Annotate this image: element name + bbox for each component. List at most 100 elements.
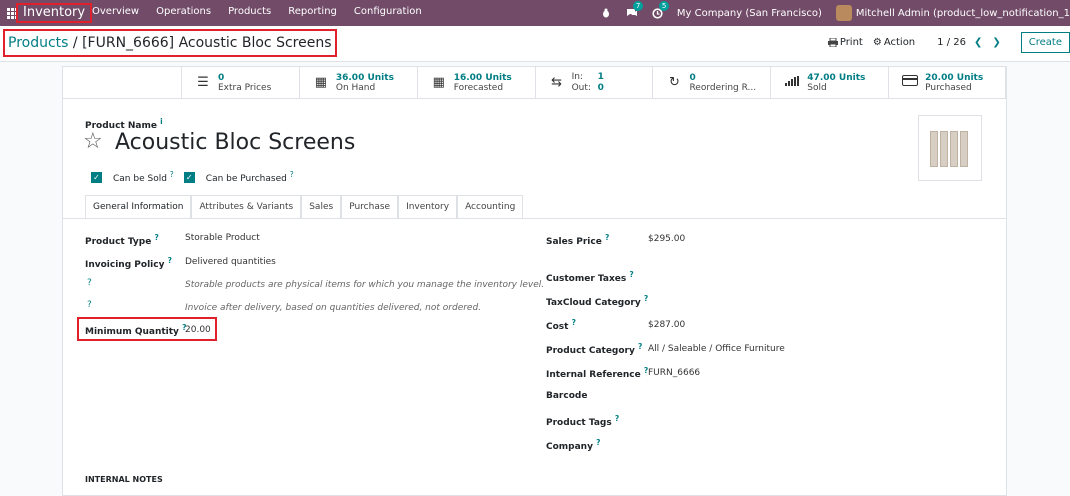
menu-overview[interactable]: Overview: [92, 6, 139, 17]
pager-previous-icon[interactable]: ❮: [974, 37, 982, 48]
menu-configuration[interactable]: Configuration: [354, 6, 422, 17]
bug-icon[interactable]: [599, 6, 613, 20]
refresh-icon: ↻: [668, 75, 680, 90]
print-label: Print: [839, 37, 863, 48]
pager-next-icon[interactable]: ❯: [992, 37, 1000, 48]
product-image[interactable]: [918, 115, 982, 181]
systray: 7 5 My Company (San Francisco) Mitchell …: [599, 0, 1070, 26]
product-category-label: Product Category: [546, 346, 635, 356]
control-panel: Products / [FURN_6666] Acoustic Bloc Scr…: [0, 26, 1070, 62]
gear-icon: ⚙: [872, 37, 882, 48]
messages-icon[interactable]: 7: [625, 1, 644, 20]
customer-taxes-row: Customer Taxes ?: [546, 270, 634, 284]
action-button[interactable]: ⚙ Action: [873, 37, 915, 48]
sold-button[interactable]: 47.00 Units Sold: [770, 67, 888, 98]
cubes-icon: ▦: [314, 75, 327, 90]
tab-general-information[interactable]: General Information: [85, 195, 192, 219]
tab-accounting[interactable]: Accounting: [457, 195, 524, 219]
control-right: Print ⚙ Action 1 / 26 ❮ ❯ Create: [827, 32, 1070, 53]
app-name[interactable]: Inventory: [16, 3, 93, 23]
credit-card-icon: [901, 75, 919, 90]
breadcrumb-products-link[interactable]: Products: [8, 35, 68, 51]
cost-row: Cost ?: [546, 318, 576, 332]
on-hand-label: On Hand: [335, 82, 376, 93]
internal-reference-label: Internal Reference: [546, 370, 641, 380]
internal-reference-row: Internal Reference ?: [546, 366, 649, 380]
internal-reference-field[interactable]: FURN_6666: [648, 368, 700, 378]
can-be-purchased-checkbox[interactable]: ✓: [183, 171, 195, 183]
on-hand-button[interactable]: ▦ 36.00 Units On Hand: [298, 67, 417, 98]
product-tags-row: Product Tags ?: [546, 414, 620, 428]
can-be-sold-label: Can be Sold ?: [113, 170, 174, 184]
product-name-field[interactable]: Acoustic Bloc Screens: [115, 130, 355, 155]
print-button[interactable]: Print: [827, 37, 863, 48]
taxcloud-row: TaxCloud Category ?: [546, 294, 649, 308]
menu-reporting[interactable]: Reporting: [288, 6, 337, 17]
avatar[interactable]: [835, 5, 852, 21]
product-category-field[interactable]: All / Saleable / Office Furniture: [648, 344, 785, 354]
favorite-star-icon[interactable]: ☆: [83, 129, 103, 154]
cost-label: Cost: [546, 322, 569, 332]
company-switcher[interactable]: My Company (San Francisco): [677, 8, 822, 19]
customer-taxes-label: Customer Taxes: [546, 274, 627, 284]
product-tags-label: Product Tags: [546, 418, 612, 428]
help-tooltip-2[interactable]: ?: [87, 300, 92, 310]
smart-buttons: ☰ 0 Extra Prices ▦ 36.00 Units On Hand ▦ 1…: [63, 67, 1007, 99]
print-icon: [827, 38, 838, 47]
can-be-sold-checkbox[interactable]: ✓: [91, 171, 102, 183]
tab-attributes-variants[interactable]: Attributes & Variants: [191, 195, 302, 219]
out-label: Out:: [571, 82, 591, 93]
purchased-label: Purchased: [925, 82, 972, 93]
breadcrumb-separator: /: [72, 35, 78, 51]
sales-price-label: Sales Price: [546, 237, 602, 247]
tab-divider: [63, 218, 1006, 219]
activities-icon[interactable]: 5: [651, 1, 670, 20]
reordering-label: Reordering R...: [689, 82, 757, 93]
product-image-preview: [930, 129, 970, 167]
notebook-tabs: General Information Attributes & Variant…: [85, 195, 524, 219]
user-menu[interactable]: Mitchell Admin (product_low_notification…: [856, 8, 1070, 19]
on-hand-value: 36.00 Units: [335, 72, 394, 83]
menu-products[interactable]: Products: [228, 6, 271, 17]
product-type-select[interactable]: Storable Product: [185, 233, 260, 243]
barcode-row: Barcode: [546, 391, 587, 401]
forecasted-value: 16.00 Units: [453, 72, 512, 83]
cost-field[interactable]: $287.00: [648, 320, 685, 330]
activities-badge: 5: [658, 1, 670, 11]
extra-prices-button[interactable]: ☰ 0 Extra Prices: [181, 67, 299, 98]
in-label: In:: [571, 71, 583, 82]
breadcrumb-current: [FURN_6666] Acoustic Bloc Screens: [82, 35, 332, 51]
product-type-help: Storable products are physical items for…: [185, 280, 545, 290]
breadcrumb: Products / [FURN_6666] Acoustic Bloc Scr…: [3, 29, 337, 57]
minimum-quantity-field[interactable]: 20.00: [185, 325, 211, 335]
extra-prices-label: Extra Prices: [218, 82, 272, 93]
pager-value[interactable]: 1 / 26: [937, 37, 966, 48]
signal-icon: [783, 75, 801, 90]
help-tooltip-1[interactable]: ?: [87, 278, 92, 288]
messages-badge: 7: [632, 1, 644, 11]
tab-purchase[interactable]: Purchase: [341, 195, 399, 219]
reordering-rules-button[interactable]: ↻ 0 Reordering R...: [652, 67, 770, 98]
menu-operations[interactable]: Operations: [156, 6, 211, 17]
barcode-label: Barcode: [546, 391, 588, 401]
product-type-row: Product Type ?: [85, 233, 159, 247]
tab-inventory[interactable]: Inventory: [398, 195, 458, 219]
purchased-button[interactable]: 20.00 Units Purchased: [888, 67, 1007, 98]
form-sheet: ☰ 0 Extra Prices ▦ 36.00 Units On Hand ▦ 1…: [62, 66, 1007, 496]
sold-label: Sold: [807, 82, 827, 93]
minimum-quantity-label: Minimum Quantity ?: [85, 323, 187, 337]
minimum-quantity-row: Minimum Quantity ?: [85, 323, 186, 337]
product-category-row: Product Category ?: [546, 342, 643, 356]
invoicing-policy-select[interactable]: Delivered quantities: [185, 257, 276, 267]
in-out-button[interactable]: ⇆ In: 1 Out: 0: [534, 67, 653, 98]
tab-sales[interactable]: Sales: [301, 195, 342, 219]
top-navbar: Inventory Overview Operations Products R…: [0, 0, 1070, 26]
sales-price-field[interactable]: $295.00: [648, 234, 685, 244]
company-row: Company ?: [546, 438, 601, 452]
forecasted-label: Forecasted: [453, 82, 504, 93]
create-button[interactable]: Create: [1020, 32, 1070, 53]
sales-price-row: Sales Price ?: [546, 233, 610, 247]
forecasted-button[interactable]: ▦ 16.00 Units Forecasted: [416, 67, 535, 98]
exchange-icon: ⇆: [551, 75, 563, 90]
info-tooltip[interactable]: i: [160, 117, 163, 126]
